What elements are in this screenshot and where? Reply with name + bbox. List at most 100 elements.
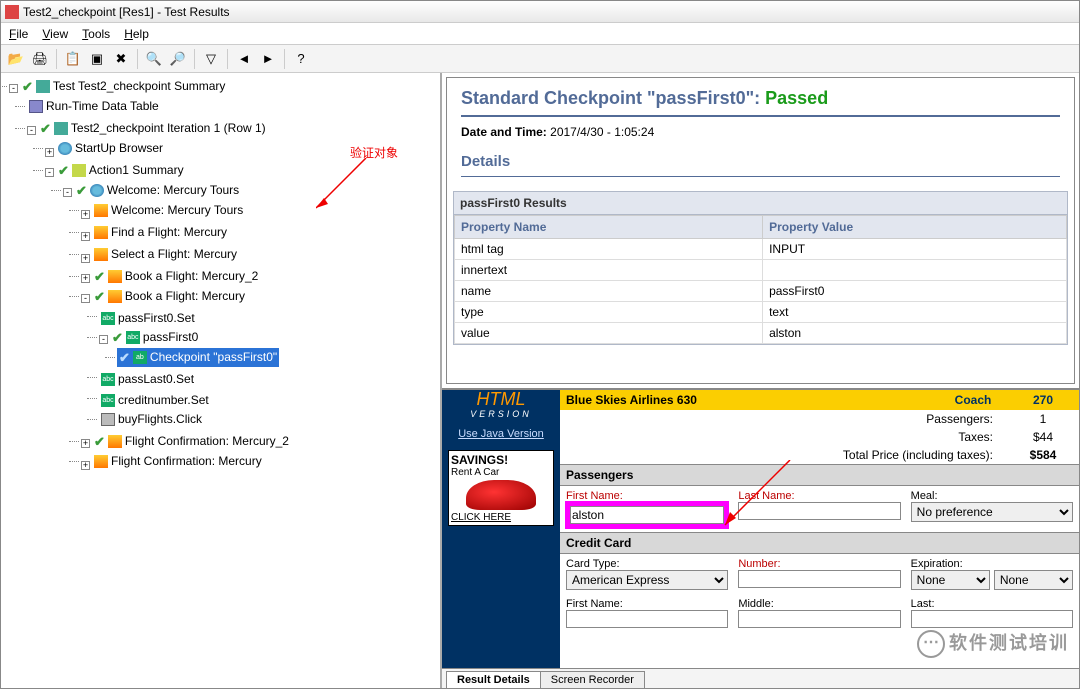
flight-name: Blue Skies Airlines 630 <box>566 393 933 407</box>
tree-welcome[interactable]: Welcome: Mercury Tours <box>107 181 239 200</box>
flight-price: 270 <box>1013 393 1073 407</box>
section-passengers: Passengers <box>560 464 1079 486</box>
expander-icon[interactable]: - <box>45 168 54 177</box>
tree-creditSet[interactable]: creditnumber.Set <box>118 391 209 410</box>
tree-startup[interactable]: StartUp Browser <box>75 139 163 158</box>
page-icon <box>94 455 108 468</box>
iteration-icon <box>54 122 68 135</box>
expander-icon[interactable]: + <box>81 232 90 241</box>
table-icon <box>29 100 43 113</box>
tree-conf2[interactable]: Flight Confirmation: Mercury_2 <box>125 432 289 451</box>
tree-book2[interactable]: Book a Flight: Mercury_2 <box>125 267 258 286</box>
expander-icon[interactable]: - <box>99 335 108 344</box>
tree-select[interactable]: Select a Flight: Mercury <box>111 245 237 264</box>
cc-middle-input[interactable] <box>738 610 900 628</box>
prev-button[interactable]: ◄ <box>233 48 255 70</box>
tree-checkpoint-selected[interactable]: ✔abCheckpoint "passFirst0" <box>117 348 279 367</box>
table-row: innertext <box>455 260 1067 281</box>
title-bar: Test2_checkpoint [Res1] - Test Results <box>1 1 1079 23</box>
results-title: passFirst0 Results <box>454 192 1067 215</box>
expander-icon[interactable]: + <box>45 148 54 157</box>
globe-icon <box>58 142 72 155</box>
tree-passFirst0[interactable]: passFirst0 <box>143 328 198 347</box>
toolbar: 📂 🖨 📋 ▣ ✖ 🔍 🔎 ▽ ◄ ► ? <box>1 45 1079 73</box>
results-table: Property NameProperty Value html tagINPU… <box>454 215 1067 344</box>
meal-select[interactable]: No preference <box>911 502 1073 522</box>
first-name-input[interactable] <box>570 506 724 524</box>
action-icon <box>72 164 86 177</box>
expander-icon[interactable]: + <box>81 274 90 283</box>
last-name-input[interactable] <box>738 502 900 520</box>
tab-screen-recorder[interactable]: Screen Recorder <box>540 671 645 688</box>
edit-icon: abc <box>126 331 140 344</box>
java-version-link[interactable]: Use Java Version <box>442 428 560 440</box>
page-icon <box>108 435 122 448</box>
expander-icon[interactable]: + <box>81 439 90 448</box>
expander-icon[interactable]: + <box>81 210 90 219</box>
card-number-input[interactable] <box>738 570 900 588</box>
app-icon <box>5 5 19 19</box>
button-icon <box>101 413 115 426</box>
tree-iteration[interactable]: Test2_checkpoint Iteration 1 (Row 1) <box>71 119 266 138</box>
detail-heading: Standard Checkpoint "passFirst0": Passed <box>461 88 1060 109</box>
cc-last-input[interactable] <box>911 610 1073 628</box>
tree-passLastSet[interactable]: passLast0.Set <box>118 370 194 389</box>
summary-icon <box>36 80 50 93</box>
tab-result-details[interactable]: Result Details <box>446 671 541 688</box>
card-type-select[interactable]: American Express <box>566 570 728 590</box>
logo: HTMLVERSION <box>442 390 560 422</box>
exp-month-select[interactable]: None <box>911 570 990 590</box>
exp-year-select[interactable]: None <box>994 570 1073 590</box>
expander-icon[interactable]: - <box>9 84 18 93</box>
tree-welcome2[interactable]: Welcome: Mercury Tours <box>111 201 243 220</box>
zoom-in-button[interactable]: 🔍 <box>143 48 165 70</box>
screenshot-preview: HTMLVERSION Use Java Version SAVINGS!Ren… <box>442 388 1079 668</box>
tree-root[interactable]: Test Test2_checkpoint Summary <box>53 77 226 96</box>
tree-runtime[interactable]: Run-Time Data Table <box>46 97 159 116</box>
help-button[interactable]: ? <box>290 48 312 70</box>
page-icon <box>94 248 108 261</box>
tree-find[interactable]: Find a Flight: Mercury <box>111 223 227 242</box>
table-row: valuealston <box>455 323 1067 344</box>
tree-book[interactable]: Book a Flight: Mercury <box>125 287 245 306</box>
datetime-label: Date and Time: <box>461 125 547 139</box>
expander-icon[interactable]: - <box>27 126 36 135</box>
bottom-tabs: Result Details Screen Recorder <box>442 668 1079 688</box>
page-icon <box>108 270 122 283</box>
expander-icon[interactable]: + <box>81 254 90 263</box>
table-row: namepassFirst0 <box>455 281 1067 302</box>
window-title: Test2_checkpoint [Res1] - Test Results <box>23 5 230 19</box>
open-button[interactable]: 📂 <box>5 48 27 70</box>
menu-file[interactable]: File <box>9 27 28 41</box>
menu-view[interactable]: View <box>42 27 68 41</box>
datetime-value: 2017/4/30 - 1:05:24 <box>550 125 654 139</box>
edit-icon: abc <box>101 373 115 386</box>
tree-buyClick[interactable]: buyFlights.Click <box>118 410 202 429</box>
expander-icon[interactable]: + <box>81 461 90 470</box>
menu-help[interactable]: Help <box>124 27 149 41</box>
tree-passSet[interactable]: passFirst0.Set <box>118 309 195 328</box>
copy-button[interactable]: 📋 <box>62 48 84 70</box>
zoom-out-button[interactable]: 🔎 <box>167 48 189 70</box>
delete-button[interactable]: ✖ <box>110 48 132 70</box>
expander-icon[interactable]: - <box>81 294 90 303</box>
ad-box[interactable]: SAVINGS!Rent A Car CLICK HERE <box>448 450 554 526</box>
globe-icon <box>90 184 104 197</box>
print-button[interactable]: 🖨 <box>29 48 51 70</box>
details-subhead: Details <box>461 153 1060 170</box>
col-value: Property Value <box>763 216 1067 239</box>
cc-first-name-input[interactable] <box>566 610 728 628</box>
tree-conf[interactable]: Flight Confirmation: Mercury <box>111 452 262 471</box>
edit-icon: abc <box>101 394 115 407</box>
tree-action1[interactable]: Action1 Summary <box>89 161 184 180</box>
section-credit-card: Credit Card <box>560 532 1079 554</box>
filter-button[interactable]: ▽ <box>200 48 222 70</box>
details-pane: Standard Checkpoint "passFirst0": Passed… <box>446 77 1075 384</box>
collapse-button[interactable]: ▣ <box>86 48 108 70</box>
menu-tools[interactable]: Tools <box>82 27 110 41</box>
next-button[interactable]: ► <box>257 48 279 70</box>
page-icon <box>94 226 108 239</box>
car-icon <box>466 480 536 510</box>
expander-icon[interactable]: - <box>63 188 72 197</box>
status-passed: Passed <box>765 88 828 108</box>
